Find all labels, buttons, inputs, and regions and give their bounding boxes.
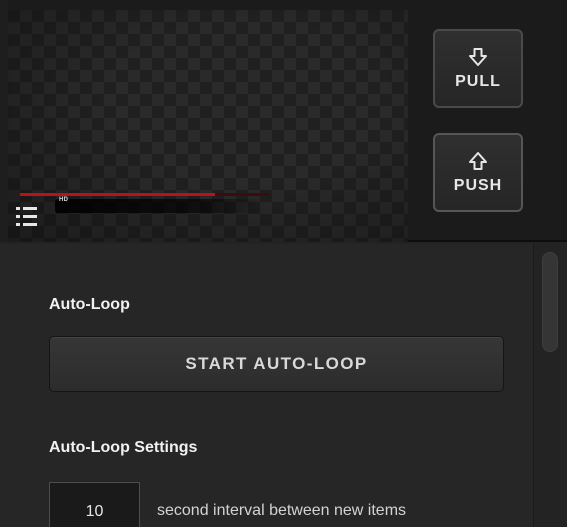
interval-label: second interval between new items (157, 502, 407, 519)
scrollbar-track[interactable] (533, 244, 567, 527)
pull-button[interactable]: PULL (433, 29, 523, 108)
arrow-down-outline-icon (469, 47, 487, 66)
playback-progress-fill (20, 193, 215, 196)
playback-scrubber[interactable] (55, 199, 265, 213)
preview-edge (0, 0, 8, 242)
list-icon[interactable] (16, 205, 38, 229)
scrollbar-thumb[interactable] (542, 252, 558, 352)
pull-button-label: PULL (455, 72, 501, 90)
auto-loop-settings-heading: Auto-Loop Settings (49, 439, 198, 456)
app-window: HD PULL PUSH Auto-Loop START AUTO-LOOP A… (0, 0, 567, 527)
auto-loop-heading: Auto-Loop (49, 296, 130, 313)
arrow-up-outline-icon (469, 151, 487, 170)
push-button[interactable]: PUSH (433, 133, 523, 212)
interval-seconds-input[interactable] (49, 482, 140, 527)
hd-badge: HD (59, 197, 69, 203)
push-button-label: PUSH (453, 176, 503, 194)
preview-panel: HD PULL PUSH (0, 0, 567, 242)
start-auto-loop-button[interactable]: START AUTO-LOOP (49, 336, 504, 392)
playback-progress-bar[interactable] (20, 193, 270, 196)
